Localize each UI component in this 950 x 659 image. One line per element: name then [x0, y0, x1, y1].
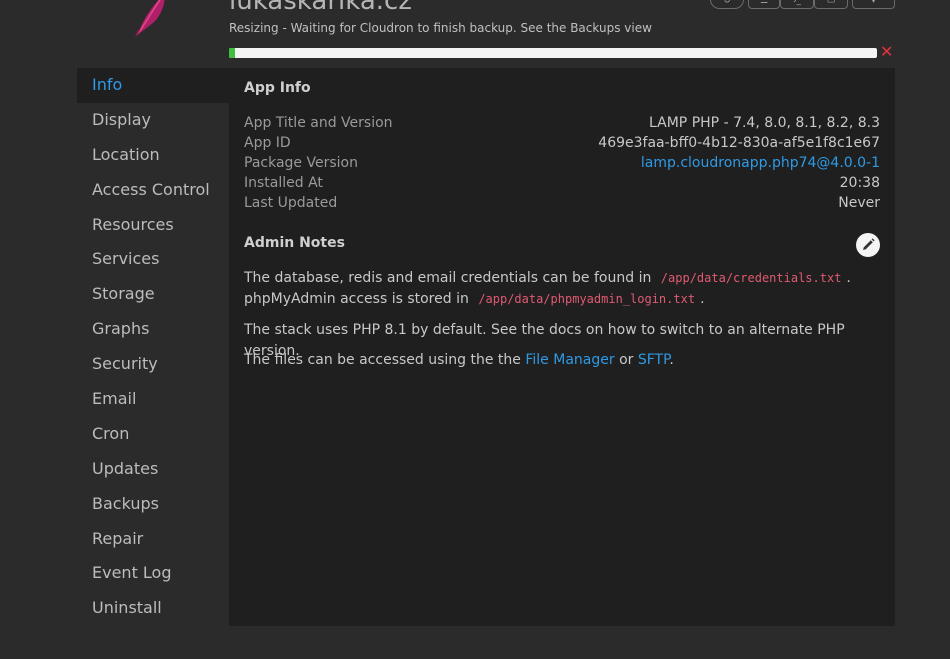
- sidebar-item-backups[interactable]: Backups: [77, 487, 229, 522]
- info-row-title-version: App Title and Version LAMP PHP - 7.4, 8.…: [244, 115, 880, 135]
- logs-button[interactable]: ☰: [748, 0, 780, 9]
- sidebar-item-display[interactable]: Display: [77, 103, 229, 138]
- info-value: Never: [838, 195, 880, 211]
- info-label: App ID: [244, 135, 291, 151]
- info-label: App Title and Version: [244, 115, 393, 131]
- admin-notes-paragraph-1: The database, redis and email credential…: [244, 268, 875, 310]
- phpmyadmin-login-path: /app/data/phpmyadmin_login.txt: [478, 292, 696, 306]
- restart-button[interactable]: ↻: [710, 0, 744, 9]
- sidebar-item-resources[interactable]: Resources: [77, 208, 229, 243]
- sidebar-item-uninstall[interactable]: Uninstall: [77, 591, 229, 626]
- notes-text: phpMyAdmin access is stored in: [244, 291, 469, 307]
- files-icon: ▭: [826, 0, 836, 6]
- sidebar-item-location[interactable]: Location: [77, 138, 229, 173]
- terminal-icon: ›_: [792, 0, 802, 6]
- sidebar-item-storage[interactable]: Storage: [77, 277, 229, 312]
- sidebar-item-repair[interactable]: Repair: [77, 522, 229, 557]
- files-button[interactable]: ▭: [814, 0, 848, 9]
- notes-text: .: [846, 270, 851, 286]
- file-manager-link[interactable]: File Manager: [525, 352, 614, 368]
- info-row-app-id: App ID 469e3faa-bff0-4b12-830a-af5e1f8c1…: [244, 135, 880, 155]
- app-title: lukaskarika.cz: [229, 0, 412, 16]
- app-settings-sidebar: Info Display Location Access Control Resourc…: [77, 68, 229, 626]
- sidebar-item-event-log[interactable]: Event Log: [77, 556, 229, 591]
- restart-icon: ↻: [723, 0, 731, 6]
- notes-text: The files can be accessed using the the: [244, 352, 521, 368]
- admin-notes-paragraph-3: The files can be accessed using the the …: [244, 350, 875, 371]
- sidebar-item-info[interactable]: Info: [77, 68, 229, 103]
- admin-notes-heading: Admin Notes: [244, 235, 345, 251]
- menu-icon: ▾: [871, 0, 876, 6]
- info-row-last-updated: Last Updated Never: [244, 195, 880, 215]
- app-info-heading: App Info: [244, 80, 311, 96]
- sidebar-item-services[interactable]: Services: [77, 242, 229, 277]
- logs-icon: ☰: [759, 0, 769, 6]
- task-status-message: Resizing - Waiting for Cloudron to finis…: [229, 21, 652, 35]
- pencil-icon: [863, 238, 875, 250]
- app-logo-icon: [135, 0, 165, 36]
- package-version-link[interactable]: lamp.cloudronapp.php74@4.0.0-1: [641, 155, 880, 171]
- sftp-link[interactable]: SFTP: [638, 352, 670, 368]
- sidebar-item-cron[interactable]: Cron: [77, 417, 229, 452]
- info-value: 469e3faa-bff0-4b12-830a-af5e1f8c1e67: [598, 135, 880, 151]
- info-value: 20:38: [839, 175, 880, 191]
- terminal-button[interactable]: ›_: [780, 0, 814, 9]
- task-progress-fill: [229, 48, 236, 58]
- info-row-package-version: Package Version lamp.cloudronapp.php74@4…: [244, 155, 880, 175]
- notes-text: The database, redis and email credential…: [244, 270, 652, 286]
- sidebar-item-access-control[interactable]: Access Control: [77, 173, 229, 208]
- app-info-panel: App Info App Title and Version LAMP PHP …: [229, 68, 895, 626]
- info-value: LAMP PHP - 7.4, 8.0, 8.1, 8.2, 8.3: [649, 115, 880, 131]
- info-row-installed-at: Installed At 20:38: [244, 175, 880, 195]
- task-progress-bar: [229, 48, 877, 58]
- info-label: Last Updated: [244, 195, 338, 211]
- cancel-task-icon[interactable]: ✕: [880, 43, 893, 61]
- notes-text: or: [619, 352, 634, 368]
- notes-text: .: [669, 352, 674, 368]
- notes-text: .: [700, 291, 705, 307]
- sidebar-item-graphs[interactable]: Graphs: [77, 312, 229, 347]
- edit-notes-button[interactable]: [856, 233, 880, 257]
- sidebar-item-email[interactable]: Email: [77, 382, 229, 417]
- credentials-path: /app/data/credentials.txt: [660, 271, 842, 285]
- menu-button[interactable]: ▾: [852, 0, 895, 9]
- sidebar-item-security[interactable]: Security: [77, 347, 229, 382]
- info-label: Package Version: [244, 155, 358, 171]
- info-label: Installed At: [244, 175, 323, 191]
- sidebar-item-updates[interactable]: Updates: [77, 452, 229, 487]
